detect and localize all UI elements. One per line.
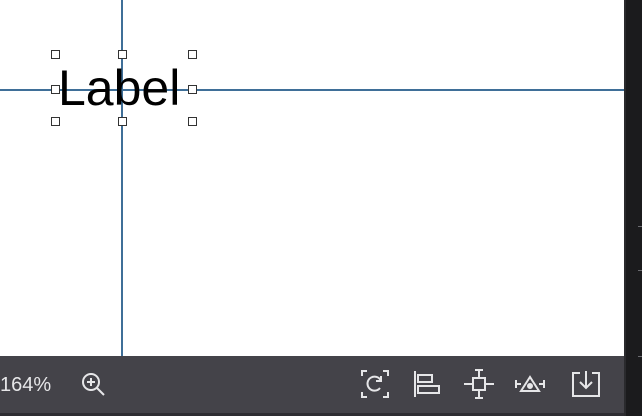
pin-button[interactable] [513, 367, 547, 401]
label-widget-text: Label [58, 60, 181, 116]
design-canvas[interactable]: Label [0, 0, 624, 356]
resize-handle-bottom-right[interactable] [188, 117, 197, 126]
zoom-in-button[interactable] [76, 367, 110, 401]
zoom-in-icon [79, 370, 107, 398]
resize-handle-top-center[interactable] [118, 50, 127, 59]
anchor-icon [513, 367, 547, 401]
resize-handle-middle-left[interactable] [51, 85, 60, 94]
label-widget[interactable]: Label [56, 55, 192, 121]
refresh-layout-icon [359, 368, 391, 400]
center-fit-icon [462, 367, 496, 401]
resize-handle-bottom-center[interactable] [118, 117, 127, 126]
resize-handle-bottom-left[interactable] [51, 117, 60, 126]
align-left-icon [411, 368, 443, 400]
resolve-constraints-button[interactable] [462, 367, 496, 401]
resize-handle-top-left[interactable] [51, 50, 60, 59]
embed-in-button[interactable] [569, 367, 603, 401]
embed-icon [570, 368, 602, 400]
resize-handle-middle-right[interactable] [188, 85, 197, 94]
resize-handle-top-right[interactable] [188, 50, 197, 59]
ruler-tick [638, 270, 642, 271]
canvas-toolbar: 164% [0, 356, 624, 416]
update-layout-button[interactable] [358, 367, 392, 401]
right-panel-edge [624, 0, 642, 416]
ruler-tick [638, 226, 642, 227]
panel-divider[interactable] [624, 0, 626, 416]
ruler-tick [638, 356, 642, 357]
align-button[interactable] [410, 367, 444, 401]
zoom-level[interactable]: 164% [0, 373, 51, 397]
